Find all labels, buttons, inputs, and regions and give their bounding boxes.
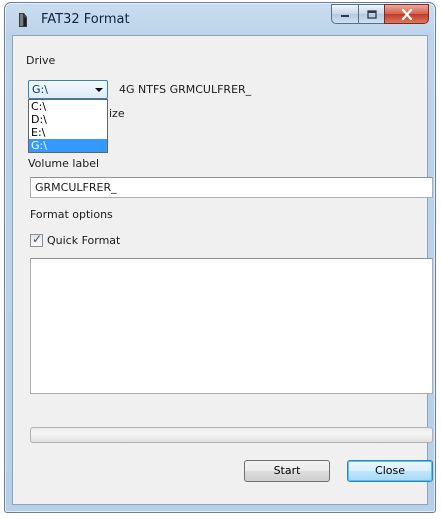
drive-select[interactable]: G:\ (28, 80, 108, 99)
checkmark-icon: ✓ (32, 232, 43, 246)
drive-label: Drive (26, 54, 56, 67)
close-window-button[interactable] (384, 4, 429, 24)
drive-option[interactable]: E:\ (29, 126, 107, 139)
drive-option[interactable]: C:\ (29, 100, 107, 113)
drive-select-value: G:\ (32, 83, 48, 96)
app-icon (19, 13, 27, 27)
drive-dropdown-list: C:\ D:\ E:\ G:\ (28, 99, 108, 153)
quick-format-checkbox[interactable]: ✓ (30, 232, 43, 247)
start-button[interactable]: Start (244, 460, 330, 482)
volume-label-input[interactable]: GRMCULFRER_ (30, 177, 433, 198)
allocation-size-label: ize (109, 107, 125, 120)
caption-buttons (331, 4, 429, 26)
minimize-icon (341, 15, 349, 17)
volume-label-caption: Volume label (28, 157, 100, 170)
format-window: FAT32 Format Drive G:\ 4G NTFS GRMCULFRE… (4, 2, 436, 513)
drive-info: 4G NTFS GRMCULFRER_ (119, 83, 252, 96)
format-options-label: Format options (30, 208, 113, 221)
drive-option-selected[interactable]: G:\ (29, 139, 107, 152)
close-icon (401, 8, 412, 20)
close-button[interactable]: Close (347, 460, 433, 482)
maximize-icon (366, 9, 377, 19)
minimize-button[interactable] (331, 4, 358, 24)
output-log[interactable] (30, 258, 433, 394)
title-bar[interactable]: FAT32 Format (5, 3, 435, 37)
drive-option[interactable]: D:\ (29, 113, 107, 126)
maximize-button[interactable] (358, 4, 384, 24)
chevron-down-icon (95, 88, 103, 92)
progress-bar (30, 427, 433, 443)
quick-format-label[interactable]: Quick Format (47, 234, 120, 247)
dialog-client-area: Drive G:\ 4G NTFS GRMCULFRER_ ize C:\ D:… (12, 35, 433, 505)
window-title: FAT32 Format (41, 12, 130, 27)
